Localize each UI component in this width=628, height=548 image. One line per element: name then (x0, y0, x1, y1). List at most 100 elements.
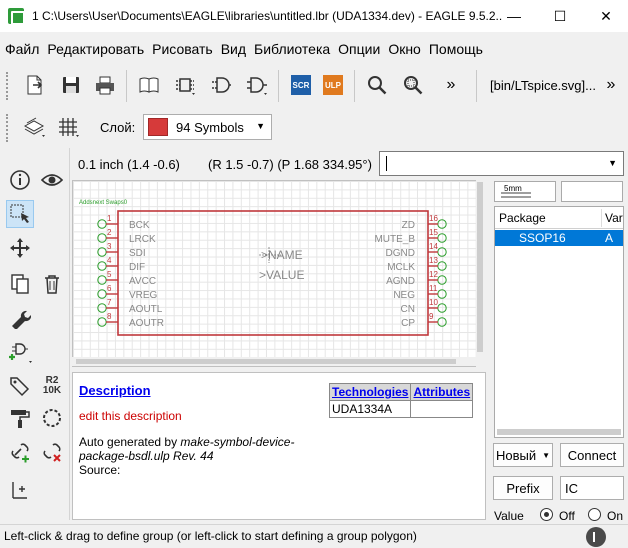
pin-label: MUTE_B (374, 234, 415, 245)
variant-column-header[interactable]: Var (605, 211, 623, 225)
package-icon[interactable] (170, 70, 200, 100)
grid-coordinates: 0.1 inch (1.4 -0.6) (78, 157, 180, 172)
script-icon[interactable]: SCR (286, 70, 316, 100)
pin-label: AOUTL (129, 304, 163, 315)
layers-icon[interactable] (20, 112, 50, 142)
ulp-badge: ULP (323, 75, 343, 95)
menu-edit[interactable]: Редактировать (47, 41, 144, 57)
package-preview[interactable]: 5mm (494, 181, 556, 202)
status-bar: Left-click & drag to define group (or le… (0, 524, 628, 548)
connect-button[interactable]: Connect (560, 443, 624, 467)
pin-connection-point (97, 247, 107, 257)
pin-connection-point (437, 275, 447, 285)
pin-connection-point (97, 275, 107, 285)
stop-icon[interactable] (586, 527, 606, 547)
new-package-button[interactable]: Новый ▼ (493, 443, 553, 467)
attribute-tag-icon[interactable] (6, 372, 34, 400)
prefix-button[interactable]: Prefix (493, 476, 553, 500)
info-icon[interactable] (6, 166, 34, 194)
pin-number: 5 (107, 270, 112, 279)
close-button[interactable]: ✕ (583, 0, 628, 32)
package-list[interactable]: Package Var SSOP16 A (494, 206, 624, 438)
pin-connection-point (437, 233, 447, 243)
device-icon[interactable] (242, 70, 272, 100)
menu-view[interactable]: Вид (221, 41, 246, 57)
pin-connection-point (437, 317, 447, 327)
delete-trash-icon[interactable] (38, 270, 66, 298)
pin-number: 16 (429, 214, 438, 223)
symbol-icon[interactable] (206, 70, 236, 100)
origin-mark-icon[interactable] (6, 476, 34, 504)
move-icon[interactable] (6, 234, 34, 262)
corner-label: Addsnext Swaps0 (79, 200, 128, 206)
group-select-icon[interactable] (6, 200, 34, 228)
layer-select[interactable]: 94 Symbols ▼ (143, 114, 272, 140)
edit-description-link[interactable]: edit this description (79, 409, 182, 423)
toolbar-grip[interactable] (6, 72, 9, 100)
menu-window[interactable]: Окно (388, 41, 421, 57)
status-text: Left-click & drag to define group (or le… (4, 529, 417, 543)
menu-options[interactable]: Опции (338, 41, 380, 57)
canvas-vertical-scrollbar[interactable] (476, 180, 484, 367)
name-value-icon[interactable]: R2 10K (38, 372, 66, 400)
technologies-header-link[interactable]: Technologies (328, 383, 412, 401)
menu-library[interactable]: Библиотека (254, 41, 330, 57)
disconnect-icon[interactable] (38, 438, 66, 466)
library-book-icon[interactable] (134, 70, 164, 100)
connect-add-icon[interactable] (6, 438, 34, 466)
canvas-horizontal-scrollbar[interactable] (72, 357, 476, 366)
package-list-scrollbar[interactable] (497, 429, 621, 435)
pin-number: 1 (107, 214, 112, 223)
save-icon[interactable] (56, 70, 86, 100)
layer-label: Слой: (100, 120, 136, 135)
toolbar-grip[interactable] (6, 114, 9, 142)
pin-connection-point (97, 289, 107, 299)
print-icon[interactable] (90, 70, 120, 100)
symbol-name-text: >NAME (261, 248, 303, 262)
add-pin-icon[interactable] (6, 338, 34, 366)
pin-number: 13 (429, 256, 438, 265)
table-row: UDA1334A (328, 400, 474, 418)
scrollbar-thumb[interactable] (477, 182, 483, 352)
technologies-table: Technologies Attributes UDA1334A (328, 383, 474, 418)
drawing-canvas[interactable]: Addsnext Swaps0 1 BCK 2 LRCK 3 SDI 4 DIF 5 AVCC 6 V… (72, 180, 484, 367)
description-heading-link[interactable]: Description (79, 383, 151, 398)
copy-icon[interactable] (6, 270, 34, 298)
more-chevron-icon[interactable]: » (596, 70, 626, 100)
command-text-button[interactable]: [bin/LTspice.svg]... (490, 78, 596, 93)
value-off-radio[interactable] (540, 508, 553, 521)
symbol-value-text: >VALUE (259, 268, 304, 282)
command-input[interactable]: ▼ (379, 151, 624, 176)
package-column-header[interactable]: Package (499, 211, 546, 225)
zoom-select-icon[interactable] (398, 70, 428, 100)
more-tools-chevron-icon[interactable]: » (436, 70, 466, 100)
list-item[interactable]: SSOP16 A (495, 230, 623, 246)
open-file-icon[interactable] (20, 70, 50, 100)
prefix-field[interactable]: IC (560, 476, 624, 500)
pin-connection-point (437, 247, 447, 257)
value-on-radio[interactable] (588, 508, 601, 521)
variant-preview[interactable] (561, 181, 623, 202)
attributes-header-link[interactable]: Attributes (410, 383, 474, 401)
zoom-fit-icon[interactable] (362, 70, 392, 100)
scrollbar-thumb[interactable] (76, 359, 456, 364)
menu-draw[interactable]: Рисовать (152, 41, 213, 57)
dashed-circle-icon[interactable] (38, 404, 66, 432)
grid-icon[interactable] (54, 112, 84, 142)
show-eye-icon[interactable] (38, 166, 66, 194)
pin-number: 8 (107, 312, 112, 321)
wrench-icon[interactable] (6, 304, 34, 332)
pin-connection-point (437, 261, 447, 271)
pin-label: AOUTR (129, 318, 164, 329)
pin-number: 7 (107, 298, 112, 307)
menu-help[interactable]: Помощь (429, 41, 483, 57)
chevron-down-icon[interactable]: ▼ (608, 158, 617, 168)
paint-roller-icon[interactable] (6, 404, 34, 432)
minimize-button[interactable]: — (491, 0, 537, 32)
pin-label: DGND (386, 248, 415, 259)
title-bar: 1 C:\Users\User\Documents\EAGLE\librarie… (0, 0, 628, 32)
maximize-button[interactable]: ☐ (537, 0, 583, 32)
ulp-icon[interactable]: ULP (318, 70, 348, 100)
on-label: On (607, 509, 624, 523)
menu-file[interactable]: Файл (5, 41, 39, 57)
